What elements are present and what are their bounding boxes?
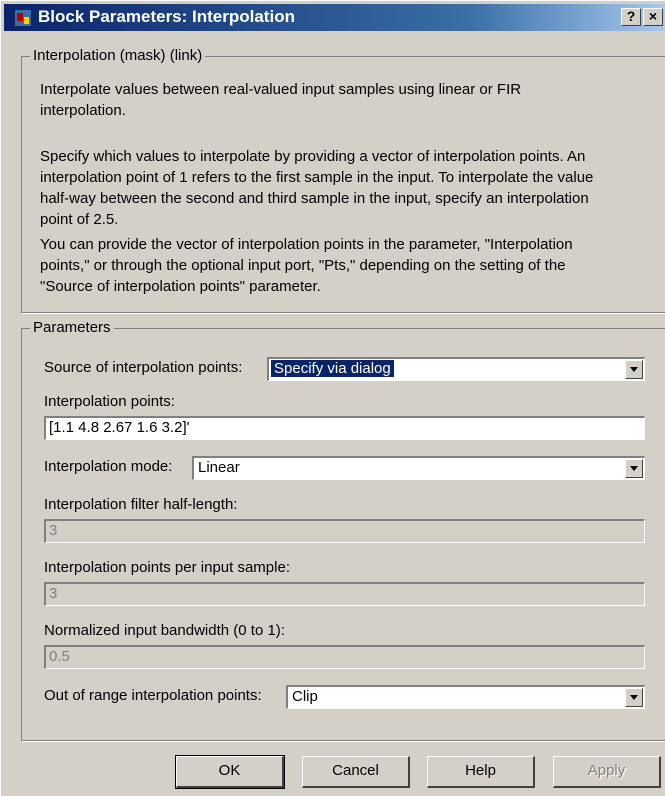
- chevron-down-icon[interactable]: [625, 459, 643, 478]
- parameters-group: Parameters Source of interpolation point…: [21, 319, 665, 741]
- bandwidth-value: 0.5: [49, 648, 70, 665]
- description-line: interpolation point of 1 refers to the f…: [40, 169, 594, 186]
- points-label: Interpolation points:: [44, 393, 175, 410]
- help-button[interactable]: Help: [427, 756, 535, 788]
- out-of-range-value: Clip: [292, 688, 318, 705]
- description-line: You can provide the vector of interpolat…: [40, 236, 573, 253]
- description-line: Interpolate values between real-valued i…: [40, 81, 522, 98]
- mode-label: Interpolation mode:: [44, 458, 173, 475]
- source-dropdown[interactable]: Specify via dialog: [267, 357, 645, 381]
- window-title: Block Parameters: Interpolation: [38, 7, 295, 26]
- per-sample-value: 3: [49, 585, 58, 602]
- description-line: interpolation.: [40, 102, 126, 119]
- parameters-legend: Parameters: [30, 319, 114, 336]
- ok-button[interactable]: OK: [175, 755, 285, 789]
- description-line: point of 2.5.: [40, 211, 119, 228]
- per-sample-label: Interpolation points per input sample:: [44, 559, 290, 576]
- chevron-down-icon[interactable]: [625, 688, 643, 707]
- half-length-input[interactable]: 3: [44, 519, 645, 543]
- mode-dropdown[interactable]: Linear: [192, 456, 645, 480]
- apply-label: Apply: [587, 762, 626, 779]
- source-label: Source of interpolation points:: [44, 359, 243, 376]
- close-button[interactable]: ×: [643, 8, 663, 26]
- chevron-down-icon[interactable]: [625, 360, 643, 379]
- mask-description-group: Interpolation (mask) (link) Interpolate …: [21, 47, 665, 313]
- half-length-label: Interpolation filter half-length:: [44, 496, 238, 513]
- description-line: Specify which values to interpolate by p…: [40, 148, 586, 165]
- description-line: "Source of interpolation points" paramet…: [40, 278, 321, 295]
- bandwidth-input[interactable]: 0.5: [44, 645, 645, 669]
- source-value: Specify via dialog: [270, 359, 395, 378]
- dialog-window: Block Parameters: Interpolation ? × Inte…: [0, 0, 665, 796]
- points-value: [1.1 4.8 2.67 1.6 3.2]': [49, 419, 190, 436]
- help-label: Help: [465, 762, 496, 779]
- title-bar[interactable]: Block Parameters: Interpolation ? ×: [4, 4, 665, 31]
- apply-button[interactable]: Apply: [553, 756, 661, 788]
- out-of-range-label: Out of range interpolation points:: [44, 687, 262, 704]
- bandwidth-label: Normalized input bandwidth (0 to 1):: [44, 622, 285, 639]
- cancel-label: Cancel: [332, 762, 379, 779]
- cancel-button[interactable]: Cancel: [302, 756, 410, 788]
- half-length-value: 3: [49, 522, 58, 539]
- help-title-button[interactable]: ?: [621, 8, 641, 26]
- per-sample-input[interactable]: 3: [44, 582, 645, 606]
- interpolation-points-input[interactable]: [1.1 4.8 2.67 1.6 3.2]': [44, 416, 645, 440]
- mask-legend: Interpolation (mask) (link): [30, 47, 206, 64]
- simulink-block-icon: [14, 9, 32, 27]
- ok-label: OK: [218, 762, 241, 779]
- mode-value: Linear: [198, 459, 240, 476]
- out-of-range-dropdown[interactable]: Clip: [286, 685, 645, 709]
- description-line: points," or through the optional input p…: [40, 257, 566, 274]
- description-line: half-way between the second and third sa…: [40, 190, 589, 207]
